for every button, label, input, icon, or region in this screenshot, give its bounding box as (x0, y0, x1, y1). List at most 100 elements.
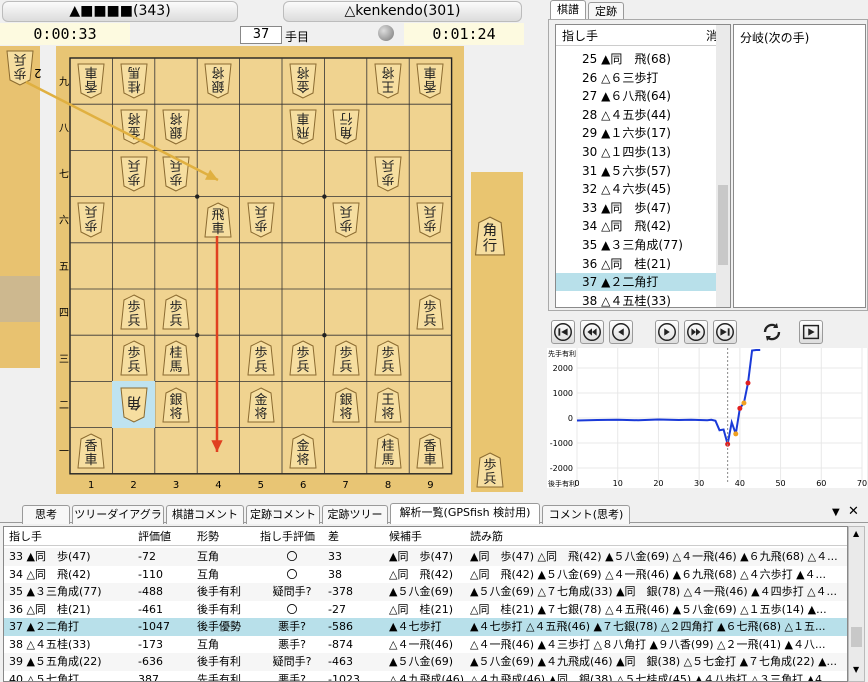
black-piece[interactable]: 香車 (77, 433, 105, 469)
analysis-table[interactable]: 指し手 評価値 形勢 指し手評価差 候補手 読み筋 33 ▲同 歩(47) -72 互角〇 33 ▲… (3, 526, 848, 682)
black-hand-pawn[interactable]: 歩兵 (476, 452, 504, 488)
scroll-down-icon[interactable]: ▼ (853, 665, 859, 674)
analysis-column-header[interactable]: 差 (328, 527, 339, 546)
last-move-button[interactable] (713, 320, 737, 344)
kifu-item[interactable]: 35 ▲３三角成(77) (556, 236, 716, 254)
analysis-row[interactable]: 35 ▲３三角成(77) -488 後手有利 疑問手? -378 ▲５八金(69) ▲５八金… (4, 583, 847, 601)
analysis-scrollbar-thumb[interactable] (851, 627, 862, 647)
kifu-item[interactable]: 38 △４五桂(33) (556, 292, 716, 307)
next-10-button[interactable] (684, 320, 708, 344)
scroll-up-icon[interactable]: ▲ (853, 529, 859, 538)
black-piece[interactable]: 桂馬 (162, 340, 190, 376)
prev-10-button[interactable] (580, 320, 604, 344)
black-piece[interactable]: 歩兵 (289, 340, 317, 376)
kifu-item[interactable]: 37 ▲２二角打 (556, 273, 716, 292)
kifu-list[interactable]: 指し手 消 25 ▲同 飛(68) 26 △６三歩打 27 ▲６八飛(64) 28 △… (555, 24, 731, 308)
white-piece[interactable]: 香車 (416, 63, 444, 99)
black-piece[interactable]: 歩兵 (374, 340, 402, 376)
black-piece[interactable]: 歩兵 (120, 340, 148, 376)
analysis-row[interactable]: 40 △５七角打 387 先手有利 悪手? -1023 △４九飛成(46) △４九飛成(46… (4, 670, 847, 681)
kifu-item[interactable]: 25 ▲同 飛(68) (556, 50, 716, 68)
analysis-column-header[interactable]: 形勢 (197, 527, 219, 546)
white-piece[interactable]: 角行 (332, 109, 360, 145)
analysis-column-header[interactable]: 候補手 (389, 527, 422, 546)
black-piece[interactable]: 香車 (416, 433, 444, 469)
black-piece[interactable]: 飛車 (204, 202, 232, 238)
bottom-tab[interactable]: 思考 (22, 505, 70, 524)
analysis-column-header[interactable]: 読み筋 (470, 527, 503, 546)
white-piece[interactable]: 金将 (120, 109, 148, 145)
analysis-row[interactable]: 37 ▲２二角打 -1047 後手優勢 悪手? -586 ▲４七歩打 ▲４七歩打 △４五飛(… (4, 618, 847, 636)
tab-kifu[interactable]: 棋譜 (550, 0, 586, 19)
white-piece[interactable]: 歩兵 (332, 202, 360, 238)
bottom-tab[interactable]: コメント(思考) (542, 505, 630, 524)
kifu-item[interactable]: 30 △１四歩(13) (556, 143, 716, 161)
black-piece[interactable]: 銀将 (162, 386, 190, 423)
tab-joseki[interactable]: 定跡 (588, 2, 624, 19)
dropped-bishop-piece[interactable]: 角 (120, 387, 148, 423)
analysis-column-header[interactable]: 指し手 (9, 527, 42, 546)
bottom-tab[interactable]: 定跡ツリー (322, 505, 388, 524)
bottom-tab[interactable]: 解析一覧(GPSfish 検討用) (390, 503, 540, 524)
analysis-column-header[interactable]: 評価値 (138, 527, 171, 546)
play-button[interactable] (799, 320, 823, 344)
flip-board-icon[interactable] (760, 320, 784, 344)
next-move-button[interactable] (655, 320, 679, 344)
bottom-tab[interactable]: ツリーダイアグラム (72, 505, 164, 539)
kifu-item[interactable]: 26 △６三歩打 (556, 69, 716, 87)
kifu-item[interactable]: 28 △４五歩(44) (556, 106, 716, 124)
analysis-row[interactable]: 38 △４五桂(33) -173 互角 悪手? -874 △４一飛(46) △４一飛(46)… (4, 635, 847, 653)
svg-text:兵: 兵 (127, 360, 140, 375)
black-piece[interactable]: 歩兵 (416, 294, 444, 330)
kifu-item[interactable]: 33 ▲同 歩(47) (556, 199, 716, 217)
white-piece[interactable]: 歩兵 (374, 156, 402, 192)
white-piece[interactable]: 飛車 (289, 109, 317, 145)
analysis-row[interactable]: 39 ▲５五角成(22) -636 後手有利 疑問手? -463 ▲５八金(69) ▲５八金… (4, 653, 847, 671)
white-piece[interactable]: 歩兵 (416, 202, 444, 238)
white-piece[interactable]: 王将 (374, 63, 402, 99)
black-piece[interactable]: 歩兵 (332, 340, 360, 376)
kifu-item[interactable]: 32 △４六歩(45) (556, 180, 716, 198)
kifu-item[interactable]: 27 ▲６八飛(64) (556, 87, 716, 105)
white-piece[interactable]: 香車 (77, 63, 105, 99)
black-piece[interactable]: 金将 (247, 386, 275, 423)
white-piece[interactable]: 桂馬 (120, 63, 148, 99)
black-piece[interactable]: 歩兵 (247, 340, 275, 376)
close-icon[interactable]: ✕ (848, 504, 859, 519)
black-piece[interactable]: 王将 (374, 386, 402, 423)
kifu-item[interactable]: 29 ▲１六歩(17) (556, 124, 716, 142)
move-number-box[interactable]: 37 (240, 26, 282, 44)
black-piece[interactable]: 桂馬 (374, 433, 402, 469)
white-piece[interactable]: 銀将 (204, 63, 232, 99)
white-piece[interactable]: 歩兵 (120, 156, 148, 192)
black-piece[interactable]: 金将 (289, 433, 317, 469)
first-move-button[interactable] (551, 320, 575, 344)
black-piece[interactable]: 歩兵 (120, 294, 148, 330)
analysis-row[interactable]: 36 △同 桂(21) -461 後手有利 〇 -27 △同 桂(21) △同 桂(21) … (4, 600, 847, 618)
analysis-cell: 悪手? (278, 620, 306, 633)
branch-panel[interactable]: 分岐(次の手) (733, 24, 866, 308)
black-piece[interactable]: 歩兵 (162, 294, 190, 330)
black-hand-bishop[interactable]: 角行 (474, 216, 506, 256)
evaluation-graph[interactable]: 先手有利 後手有利 2000 1000 0 -1000 -2000 0 10 20 30 40 50 60… (547, 348, 867, 488)
white-piece[interactable]: 歩兵 (77, 202, 105, 238)
white-piece[interactable]: 銀将 (162, 109, 190, 145)
kifu-item[interactable]: 34 △同 飛(42) (556, 217, 716, 235)
prev-move-button[interactable] (609, 320, 633, 344)
analysis-scrollbar[interactable]: ▲ ▼ (848, 526, 865, 682)
white-piece[interactable]: 金将 (289, 63, 317, 99)
white-piece[interactable]: 歩兵 (162, 156, 190, 192)
kifu-item[interactable]: 36 △同 桂(21) (556, 255, 716, 273)
dropdown-icon[interactable]: ▼ (832, 507, 840, 518)
kifu-item[interactable]: 31 ▲５六歩(57) (556, 162, 716, 180)
bottom-tab[interactable]: 定跡コメント (246, 505, 320, 524)
analysis-column-header[interactable]: 指し手評価 (260, 527, 315, 546)
analysis-row[interactable]: 33 ▲同 歩(47) -72 互角 〇 33 ▲同 歩(47) ▲同 歩(47) △同 飛… (4, 548, 847, 566)
white-piece[interactable]: 歩兵 (247, 202, 275, 238)
analysis-row[interactable]: 34 △同 飛(42) -110 互角 〇 38 △同 飛(42) △同 飛(42) ▲５八… (4, 565, 847, 583)
bottom-tab[interactable]: 棋譜コメント (166, 505, 244, 524)
kifu-scrollbar[interactable] (716, 25, 730, 307)
kifu-scrollbar-thumb[interactable] (718, 185, 728, 265)
black-piece[interactable]: 銀将 (332, 386, 360, 423)
white-hand-pawn[interactable]: 歩兵 (6, 50, 34, 86)
